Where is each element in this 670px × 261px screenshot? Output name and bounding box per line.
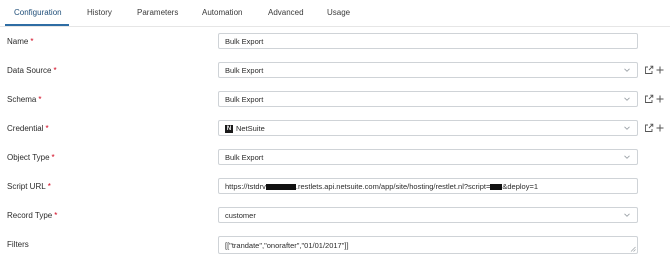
tab-bar: Configuration History Parameters Automat… — [0, 0, 670, 27]
redacted-script-id — [490, 184, 503, 190]
form-row-name: Name * Bulk Export — [0, 28, 670, 57]
form-row-credential: Credential * N NetSuite — [0, 115, 670, 144]
plus-icon[interactable] — [655, 65, 665, 75]
tab-automation[interactable]: Automation — [202, 8, 242, 17]
active-tab-indicator — [5, 24, 69, 26]
data-source-label: Data Source * — [7, 66, 57, 75]
plus-icon[interactable] — [655, 123, 665, 133]
external-edit-icon[interactable] — [644, 123, 654, 133]
credential-select[interactable]: N NetSuite — [218, 120, 638, 136]
filters-textarea[interactable]: [["trandate","onorafter","01/01/2017"]] — [218, 236, 638, 254]
tab-usage[interactable]: Usage — [327, 8, 350, 17]
tab-configuration[interactable]: Configuration — [14, 8, 62, 17]
script-url-label: Script URL * — [7, 182, 51, 191]
chevron-down-icon — [624, 213, 630, 217]
chevron-down-icon — [624, 155, 630, 159]
external-edit-icon[interactable] — [644, 94, 654, 104]
record-type-select[interactable]: customer — [218, 207, 638, 223]
form-row-record-type: Record Type * customer — [0, 202, 670, 231]
credential-label: Credential * — [7, 124, 49, 133]
form-row-filters: Filters [["trandate","onorafter","01/01/… — [0, 231, 670, 260]
form-row-schema: Schema * Bulk Export — [0, 86, 670, 115]
external-edit-icon[interactable] — [644, 65, 654, 75]
redacted-account-id — [265, 184, 296, 190]
object-type-select[interactable]: Bulk Export — [218, 149, 638, 165]
object-type-label: Object Type * — [7, 153, 55, 162]
record-type-label: Record Type * — [7, 211, 58, 220]
chevron-down-icon — [624, 68, 630, 72]
schema-select[interactable]: Bulk Export — [218, 91, 638, 107]
script-url-value: https://tstdrv .restlets.api.netsuite.com… — [225, 182, 538, 191]
data-source-select[interactable]: Bulk Export — [218, 62, 638, 78]
name-label: Name * — [7, 37, 34, 46]
form-row-script-url: Script URL * https://tstdrv .restlets.api.… — [0, 173, 670, 202]
schema-label: Schema * — [7, 95, 42, 104]
tab-advanced[interactable]: Advanced — [268, 8, 304, 17]
form-row-data-source: Data Source * Bulk Export — [0, 57, 670, 86]
chevron-down-icon — [624, 97, 630, 101]
tab-history[interactable]: History — [87, 8, 112, 17]
plus-icon[interactable] — [655, 94, 665, 104]
name-input[interactable]: Bulk Export — [218, 33, 638, 49]
filters-label: Filters — [7, 240, 29, 249]
script-url-input[interactable]: https://tstdrv .restlets.api.netsuite.com… — [218, 178, 638, 194]
resize-handle-icon[interactable] — [630, 246, 636, 252]
tab-parameters[interactable]: Parameters — [137, 8, 178, 17]
chevron-down-icon — [624, 126, 630, 130]
netsuite-logo-icon: N — [225, 125, 233, 133]
form-row-object-type: Object Type * Bulk Export — [0, 144, 670, 173]
